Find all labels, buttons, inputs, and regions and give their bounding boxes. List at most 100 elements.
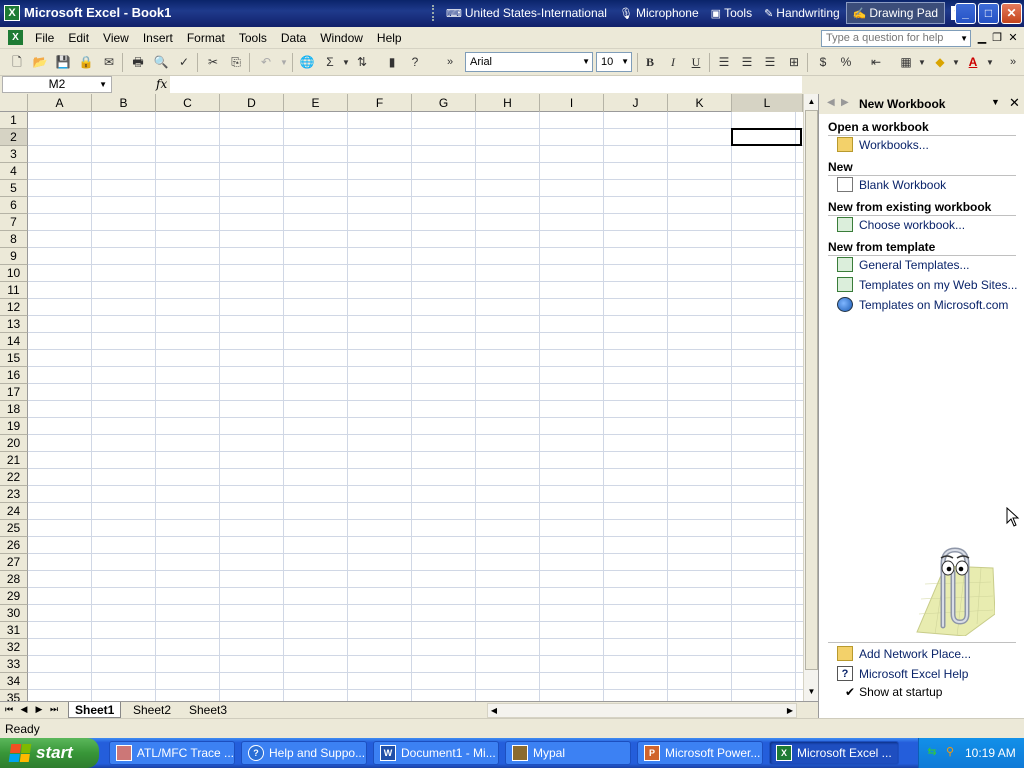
row-header[interactable]: 28 [0,571,28,588]
link-blank-workbook[interactable]: Blank Workbook [837,177,946,192]
help-icon[interactable]: ? [405,53,425,72]
font-name-select[interactable]: Arial ▼ [465,52,593,72]
menu-edit[interactable]: Edit [61,27,96,49]
start-button[interactable]: start [0,738,99,768]
toolbar-options-icon[interactable]: » [440,53,460,72]
column-header[interactable]: A [28,94,92,112]
minimize-button[interactable]: _ [955,3,976,24]
language-bar-item-microphone[interactable]: 🎙 Microphone [613,2,705,24]
close-icon[interactable]: ✕ [1009,95,1020,111]
scroll-up-icon[interactable]: ▲ [805,95,818,109]
row-header[interactable]: 29 [0,588,28,605]
vertical-scrollbar[interactable]: ▲ ▼ [803,94,818,701]
italic-button[interactable]: I [663,53,683,72]
link-excel-help[interactable]: ? Microsoft Excel Help [837,666,968,681]
menu-format[interactable]: Format [180,27,232,49]
sort-ascending-icon[interactable]: ⇅ [352,53,372,72]
row-header[interactable]: 22 [0,469,28,486]
row-header[interactable]: 3 [0,146,28,163]
link-choose-workbook[interactable]: Choose workbook... [837,217,965,232]
select-all-corner[interactable] [0,94,28,112]
row-header[interactable]: 7 [0,214,28,231]
column-header[interactable]: F [348,94,412,112]
row-header[interactable]: 10 [0,265,28,282]
spelling-icon[interactable]: ✓ [174,53,194,72]
chart-wizard-icon[interactable]: ▮ [382,53,402,72]
link-web-templates[interactable]: Templates on my Web Sites... [837,277,1018,292]
column-header[interactable]: J [604,94,668,112]
menu-insert[interactable]: Insert [136,27,180,49]
clock[interactable]: 10:19 AM [965,746,1016,760]
menu-tools[interactable]: Tools [232,27,274,49]
open-icon[interactable]: 📂 [30,53,50,72]
forward-icon[interactable]: ▶ [841,97,849,108]
row-header[interactable]: 35 [0,690,28,701]
align-right-icon[interactable]: ☰ [760,53,780,72]
column-header[interactable]: B [92,94,156,112]
taskbar-button-excel[interactable]: X Microsoft Excel ... [769,741,899,765]
link-workbooks[interactable]: Workbooks... [837,137,929,152]
row-header[interactable]: 20 [0,435,28,452]
scroll-left-icon[interactable]: ◀ [488,704,500,718]
link-add-network-place[interactable]: Add Network Place... [837,646,971,661]
row-header[interactable]: 23 [0,486,28,503]
sheet-tab-sheet3[interactable]: Sheet3 [183,702,233,718]
link-microsoft-templates[interactable]: Templates on Microsoft.com [837,297,1008,312]
search-icon[interactable]: ⚲ [943,745,957,759]
percent-style-button[interactable]: % [836,53,856,72]
email-icon[interactable]: ✉ [99,53,119,72]
row-header[interactable]: 6 [0,197,28,214]
name-box[interactable]: M2 ▼ [2,76,112,93]
language-bar-grip[interactable] [432,5,438,21]
row-header[interactable]: 11 [0,282,28,299]
copy-icon[interactable]: ⎘ [226,53,246,72]
row-header[interactable]: 21 [0,452,28,469]
column-header[interactable]: I [540,94,604,112]
insert-function-icon[interactable]: fx [156,77,167,91]
office-assistant-clippy[interactable] [905,544,995,636]
taskbar-button-powerpoint[interactable]: P Microsoft Power... [637,741,763,765]
align-center-icon[interactable]: ☰ [737,53,757,72]
row-header[interactable]: 14 [0,333,28,350]
close-button[interactable]: ✕ [1001,3,1022,24]
show-at-startup-checkbox[interactable]: ✔ Show at startup [845,685,942,699]
row-header[interactable]: 26 [0,537,28,554]
column-header[interactable]: D [220,94,284,112]
row-header[interactable]: 25 [0,520,28,537]
row-header[interactable]: 1 [0,112,28,129]
column-header-selected[interactable]: L [732,94,803,112]
language-bar-item-tools[interactable]: ▣ Tools [705,2,758,24]
column-header[interactable]: C [156,94,220,112]
hyperlink-icon[interactable]: 🌐 [297,53,317,72]
horizontal-scrollbar[interactable]: ◀ ▶ [487,703,797,718]
chevron-down-icon[interactable]: ▼ [274,53,294,72]
taskbar-button-mypal[interactable]: Mypal [505,741,631,765]
workbook-control-icon[interactable]: X [8,30,23,45]
chevron-down-icon[interactable]: ▼ [991,97,1000,107]
menu-view[interactable]: View [96,27,136,49]
row-header[interactable]: 30 [0,605,28,622]
vertical-scroll-thumb[interactable] [805,110,818,670]
row-header[interactable]: 5 [0,180,28,197]
chevron-down-icon[interactable]: ▼ [980,53,1000,72]
row-header[interactable]: 4 [0,163,28,180]
menu-data[interactable]: Data [274,27,313,49]
chevron-down-icon[interactable]: ▼ [912,53,932,72]
scroll-down-icon[interactable]: ▼ [805,685,818,699]
excel-app-icon[interactable]: X [4,5,20,21]
menu-help[interactable]: Help [370,27,409,49]
undo-icon[interactable]: ↶ [256,53,276,72]
row-header[interactable]: 13 [0,316,28,333]
chevron-down-icon[interactable]: ▼ [621,53,629,71]
row-header[interactable]: 16 [0,367,28,384]
row-header[interactable]: 15 [0,350,28,367]
font-size-select[interactable]: 10 ▼ [596,52,632,72]
row-header[interactable]: 9 [0,248,28,265]
align-left-icon[interactable]: ☰ [714,53,734,72]
maximize-button[interactable]: □ [978,3,999,24]
row-header[interactable]: 18 [0,401,28,418]
column-header[interactable]: G [412,94,476,112]
row-header[interactable]: 34 [0,673,28,690]
bold-button[interactable]: B [640,53,660,72]
workbook-restore-button[interactable]: ❐ [990,31,1004,45]
